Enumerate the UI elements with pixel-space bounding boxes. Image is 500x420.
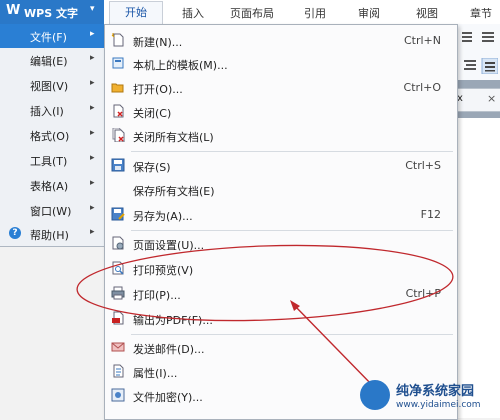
watermark: 纯净系统家园 www.yidaimei.com: [356, 376, 500, 418]
highlight-ellipse: [76, 244, 454, 322]
annotation-overlay: [76, 244, 454, 389]
watermark-text: 纯净系统家园: [396, 384, 475, 399]
watermark-url: www.yidaimei.com: [396, 400, 481, 410]
watermark-logo-icon: [360, 380, 390, 410]
